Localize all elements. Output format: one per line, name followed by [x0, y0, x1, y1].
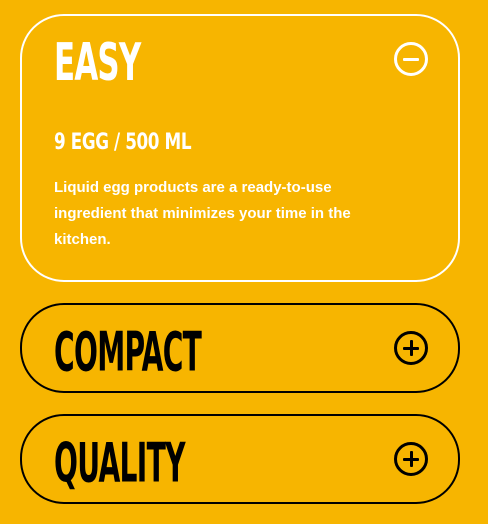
- accordion-item-easy: EASY 9 EGG / 500 ML Liquid egg products …: [20, 14, 460, 282]
- accordion-title-easy[interactable]: EASY: [54, 33, 141, 93]
- plus-vertical-stroke: [409, 340, 413, 356]
- expand-button-quality[interactable]: [394, 442, 428, 476]
- accordion-description-easy: Liquid egg products are a ready-to-use i…: [54, 179, 351, 248]
- accordion-item-compact[interactable]: COMPACT: [20, 303, 460, 393]
- accordion-subtitle-easy: 9 EGG / 500 ML: [54, 129, 192, 155]
- collapse-button-easy[interactable]: [394, 42, 428, 76]
- accordion-title-quality[interactable]: QUALITY: [54, 432, 185, 493]
- accordion-title-compact[interactable]: COMPACT: [54, 321, 202, 382]
- expand-button-compact[interactable]: [394, 331, 428, 365]
- plus-vertical-stroke: [409, 451, 413, 467]
- minus-circle-icon: [403, 57, 419, 61]
- accordion-item-quality[interactable]: QUALITY: [20, 414, 460, 504]
